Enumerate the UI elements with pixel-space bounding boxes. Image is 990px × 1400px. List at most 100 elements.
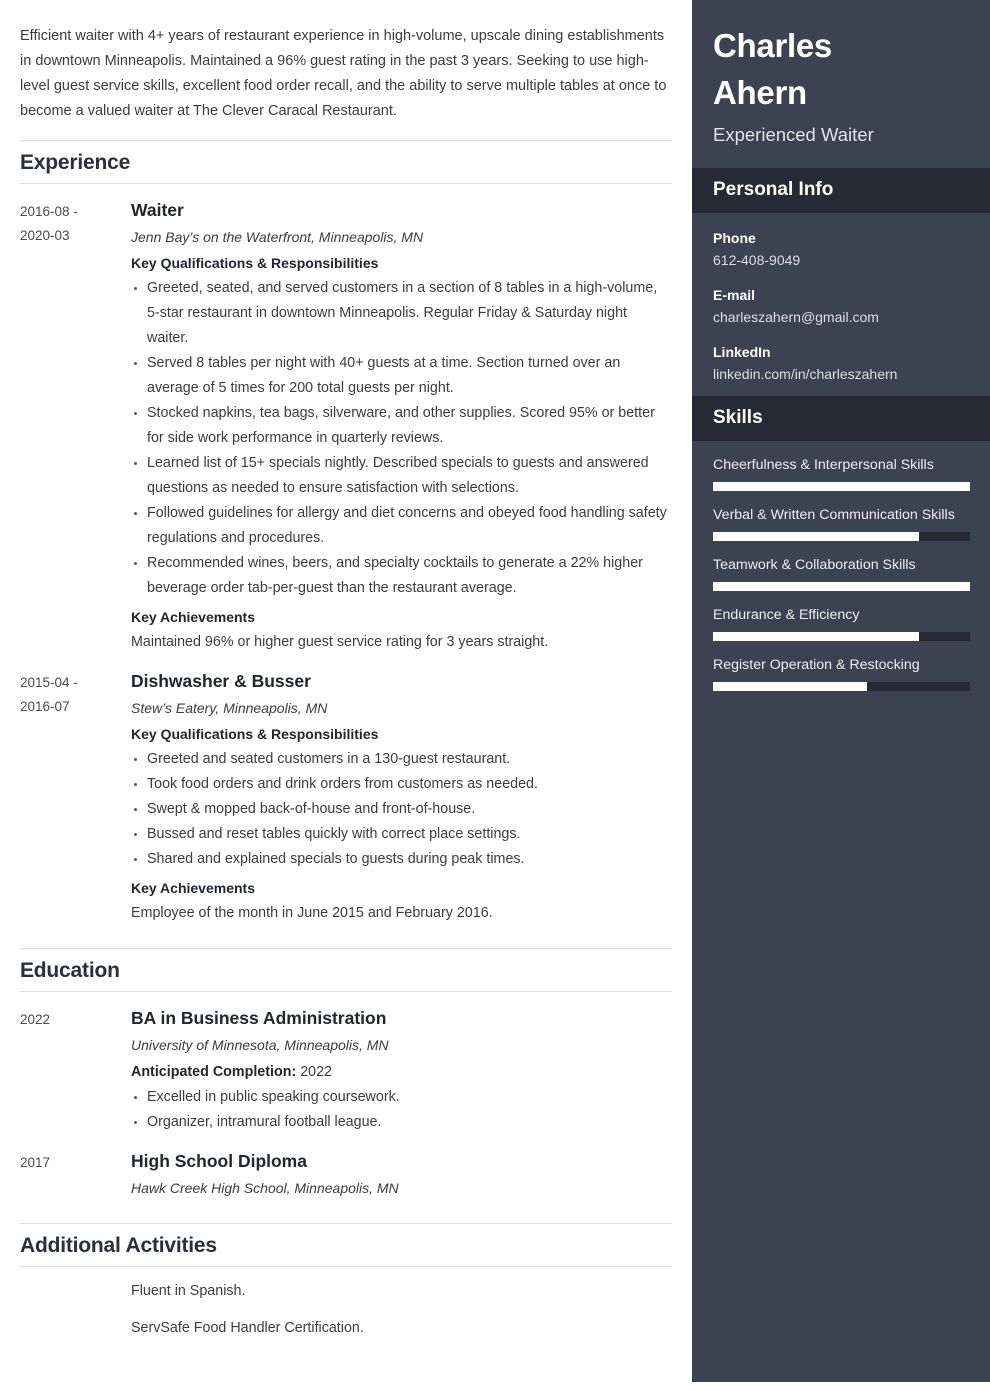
experience-job-title: Dishwasher & Busser: [131, 671, 311, 691]
experience-date-line-2: 2016-07: [20, 699, 70, 714]
education-date: 2022: [20, 1012, 51, 1027]
education-completion: Anticipated Completion: 2022: [131, 1060, 672, 1085]
list-item: Excelled in public speaking coursework.: [131, 1085, 672, 1110]
contact-value[interactable]: charleszahern@gmail.com: [713, 306, 969, 329]
skill-bar-track: [713, 482, 970, 491]
experience-company: Jenn Bay’s on the Waterfront, Minneapoli…: [131, 229, 424, 245]
resume-main-column: Efficient waiter with 4+ years of restau…: [0, 0, 692, 1400]
list-item: Served 8 tables per night with 40+ guest…: [131, 351, 672, 401]
education-body: High School Diploma Hawk Creek High Scho…: [131, 1149, 672, 1203]
experience-entry: 2015-04 - 2016-07 Dishwasher & Busser St…: [20, 669, 672, 926]
list-item: Swept & mopped back-of-house and front-o…: [131, 797, 672, 822]
skill-bar-fill: [713, 582, 970, 591]
contact-value[interactable]: 612-408-9049: [713, 249, 969, 272]
education-school: Hawk Creek High School, Minneapolis, MN: [131, 1180, 399, 1196]
additional-activities-date: [20, 1267, 131, 1341]
experience-date: 2015-04 - 2016-07: [20, 669, 131, 926]
skill-item: Register Operation & Restocking: [713, 654, 970, 691]
education-bullet-list: Excelled in public speaking coursework. …: [131, 1085, 672, 1135]
additional-activities-body: Fluent in Spanish. ServSafe Food Handler…: [131, 1267, 672, 1341]
experience-bullet-list: Greeted and seated customers in a 130-gu…: [131, 747, 672, 872]
section-heading-experience: Experience: [20, 140, 672, 184]
skill-item: Verbal & Written Communication Skills: [713, 504, 970, 541]
education-entry: 2022 BA in Business Administration Unive…: [20, 1006, 672, 1135]
contact-value[interactable]: linkedin.com/in/charleszahern: [713, 363, 969, 386]
skill-item: Endurance & Efficiency: [713, 604, 970, 641]
list-item: Followed guidelines for allergy and diet…: [131, 501, 672, 551]
education-body: BA in Business Administration University…: [131, 1006, 672, 1135]
list-item: Organizer, intramural football league.: [131, 1110, 672, 1135]
personal-info-title: Personal Info: [713, 179, 834, 200]
skill-bar-track: [713, 682, 970, 691]
candidate-role: Experienced Waiter: [713, 124, 874, 145]
skill-label: Register Operation & Restocking: [713, 657, 920, 673]
list-item: Shared and explained specials to guests …: [131, 847, 672, 872]
contact-label: Phone: [713, 230, 756, 246]
skill-bar-fill: [713, 682, 868, 691]
candidate-last-name: Ahern: [713, 74, 807, 111]
education-degree: BA in Business Administration: [131, 1008, 387, 1028]
section-heading-additional-activities: Additional Activities: [20, 1223, 672, 1267]
experience-body: Dishwasher & Busser Stew’s Eatery, Minne…: [131, 669, 672, 926]
skills-band: Skills: [692, 396, 990, 441]
contact-item-email: E-mail charleszahern@gmail.com: [713, 284, 969, 329]
education-degree: High School Diploma: [131, 1151, 307, 1171]
additional-activity-item: ServSafe Food Handler Certification.: [131, 1320, 364, 1336]
contact-label: E-mail: [713, 287, 756, 303]
personal-info-band: Personal Info: [692, 168, 990, 213]
skill-bar-fill: [713, 532, 919, 541]
skill-label: Teamwork & Collaboration Skills: [713, 557, 916, 573]
education-section: Education 2022 BA in Business Administra…: [20, 948, 672, 1203]
skill-item: Teamwork & Collaboration Skills: [713, 554, 970, 591]
list-item: Recommended wines, beers, and specialty …: [131, 551, 672, 601]
professional-summary: Efficient waiter with 4+ years of restau…: [20, 28, 667, 119]
skills-title: Skills: [713, 407, 763, 428]
candidate-first-name: Charles: [713, 27, 832, 64]
skill-bar-track: [713, 532, 970, 541]
skills-body: Cheerfulness & Interpersonal Skills Verb…: [692, 441, 990, 691]
section-heading-education: Education: [20, 948, 672, 992]
list-item: Bussed and reset tables quickly with cor…: [131, 822, 672, 847]
contact-label: LinkedIn: [713, 344, 771, 360]
skill-item: Cheerfulness & Interpersonal Skills: [713, 454, 970, 491]
key-qualifications-label: Key Qualifications & Responsibilities: [131, 255, 379, 271]
key-qualifications-label: Key Qualifications & Responsibilities: [131, 726, 379, 742]
experience-date: 2016-08 - 2020-03: [20, 198, 131, 655]
sidebar-header: Charles Ahern Experienced Waiter: [692, 0, 990, 168]
contact-item-phone: Phone 612-408-9049: [713, 227, 969, 272]
list-item: Greeted, seated, and served customers in…: [131, 276, 672, 351]
anticipated-completion-value: 2022: [300, 1064, 332, 1080]
resume-page: Efficient waiter with 4+ years of restau…: [0, 0, 990, 1400]
list-item: Stocked napkins, tea bags, silverware, a…: [131, 401, 672, 451]
contact-item-linkedin: LinkedIn linkedin.com/in/charleszahern: [713, 341, 969, 386]
skill-bar-track: [713, 582, 970, 591]
experience-achievement: Maintained 96% or higher guest service r…: [131, 634, 549, 650]
experience-date-line-2: 2020-03: [20, 228, 70, 243]
additional-activity-item: Fluent in Spanish.: [131, 1283, 246, 1299]
key-achievements-label: Key Achievements: [131, 609, 255, 625]
experience-entry: 2016-08 - 2020-03 Waiter Jenn Bay’s on t…: [20, 198, 672, 655]
key-achievements-label: Key Achievements: [131, 880, 255, 896]
experience-body: Waiter Jenn Bay’s on the Waterfront, Min…: [131, 198, 672, 655]
education-entry: 2017 High School Diploma Hawk Creek High…: [20, 1149, 672, 1203]
list-item: Learned list of 15+ specials nightly. De…: [131, 451, 672, 501]
skill-bar-fill: [713, 482, 970, 491]
experience-bullet-list: Greeted, seated, and served customers in…: [131, 276, 672, 601]
education-school: University of Minnesota, Minneapolis, MN: [131, 1037, 389, 1053]
skill-bar-track: [713, 632, 970, 641]
skill-label: Endurance & Efficiency: [713, 607, 860, 623]
experience-job-title: Waiter: [131, 200, 184, 220]
experience-company: Stew’s Eatery, Minneapolis, MN: [131, 700, 328, 716]
education-date: 2017: [20, 1155, 51, 1170]
experience-date-line-1: 2015-04 -: [20, 675, 78, 690]
additional-activities-entry: Fluent in Spanish. ServSafe Food Handler…: [20, 1267, 672, 1341]
anticipated-completion-label: Anticipated Completion:: [131, 1064, 297, 1080]
skill-label: Cheerfulness & Interpersonal Skills: [713, 457, 934, 473]
resume-sidebar: Charles Ahern Experienced Waiter Persona…: [692, 0, 990, 1382]
experience-achievement: Employee of the month in June 2015 and F…: [131, 905, 493, 921]
personal-info-body: Phone 612-408-9049 E-mail charleszahern@…: [692, 213, 990, 386]
experience-section: Experience 2016-08 - 2020-03 Waiter Jenn…: [20, 140, 672, 926]
skill-bar-fill: [713, 632, 919, 641]
list-item: Took food orders and drink orders from c…: [131, 772, 672, 797]
skill-label: Verbal & Written Communication Skills: [713, 507, 955, 523]
